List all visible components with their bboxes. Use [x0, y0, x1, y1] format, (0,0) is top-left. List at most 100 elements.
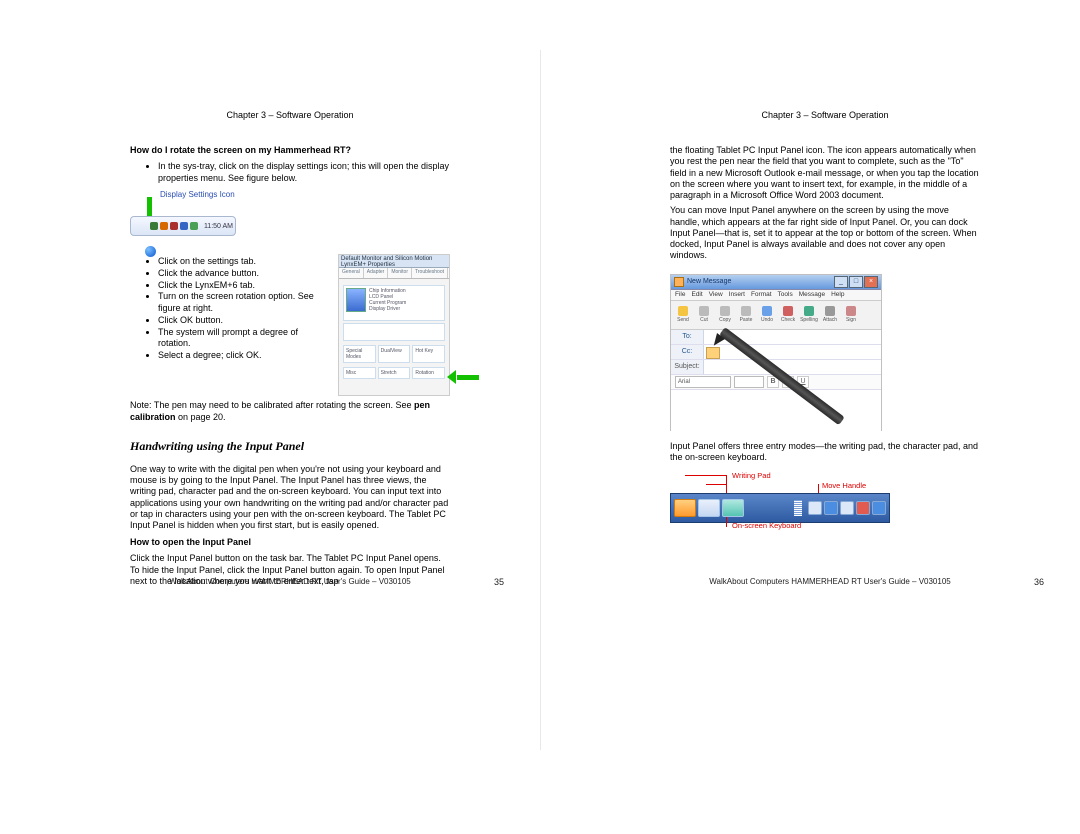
note-part: Note: The pen may need to be calibrated … — [130, 400, 414, 410]
menu-item: View — [709, 291, 723, 298]
panel-btn — [840, 501, 854, 515]
format-toolbar: Arial B I U — [671, 375, 881, 390]
email-toolbar: Send Cut Copy Paste Undo Check Spelling … — [671, 301, 881, 330]
step-item: Select a degree; click OK. — [158, 350, 328, 362]
page-36: Chapter 3 – Software Operation the float… — [540, 0, 1080, 834]
footer-left: WalkAbout Computers HAMMERHEAD RT User's… — [130, 577, 450, 586]
footer-text: WalkAbout Computers HAMMERHEAD RT User's… — [169, 577, 410, 586]
menu-item: Help — [831, 291, 844, 298]
systray-bar: 11:50 AM — [130, 216, 236, 236]
menu-item: Insert — [729, 291, 745, 298]
check-button: Check — [778, 305, 798, 325]
continuation-p2: You can move Input Panel anywhere on the… — [670, 205, 980, 261]
step-item: The system will prompt a degree of rotat… — [158, 327, 328, 350]
chapter-heading-right: Chapter 3 – Software Operation — [670, 110, 980, 120]
tray-icon — [170, 222, 178, 230]
heading-handwriting: Handwriting using the Input Panel — [130, 439, 450, 454]
group-stretch: Stretch — [378, 367, 411, 379]
tab: Troubleshoot — [412, 268, 448, 278]
handwriting-paragraph: One way to write with the digital pen wh… — [130, 464, 450, 532]
copy-button: Copy — [715, 305, 735, 325]
tray-icon — [150, 222, 158, 230]
label-move-handle: Move Handle — [822, 481, 866, 490]
group-hotkey: Hot Key — [412, 345, 445, 363]
group-dualview: DualView — [378, 345, 411, 363]
character-pad-button — [698, 499, 720, 517]
move-handle — [794, 500, 802, 516]
panel-right-controls — [808, 501, 886, 515]
group-rotation: Rotation — [412, 367, 445, 379]
undo-button: Undo — [757, 305, 777, 325]
maximize-button: □ — [849, 276, 863, 288]
subject-field — [704, 361, 881, 373]
rotate-steps-list: Click on the settings tab. Click the adv… — [130, 256, 328, 361]
send-button: Send — [673, 305, 693, 325]
email-body — [671, 390, 881, 442]
tray-icon — [190, 222, 198, 230]
continuation-p1: the floating Tablet PC Input Panel icon.… — [670, 145, 980, 201]
step-item: Click OK button. — [158, 315, 328, 327]
display-properties-dialog: Default Monitor and Silicon Motion LynxE… — [338, 254, 450, 396]
step-item: Click the LynxEM+6 tab. — [158, 280, 328, 292]
tray-icon — [160, 222, 168, 230]
menu-item: File — [675, 291, 685, 298]
display-settings-label: Display Settings Icon — [160, 190, 235, 199]
entry-modes-paragraph: Input Panel offers three entry modes—the… — [670, 441, 980, 464]
italic-btn: I — [782, 376, 794, 388]
sign-button: Sign — [841, 305, 861, 325]
app-icon — [674, 277, 684, 287]
note-part: on page 20. — [176, 412, 226, 422]
callout-line — [726, 517, 727, 527]
step-item: Turn on the screen rotation option. See … — [158, 291, 328, 314]
email-compose-figure: New Message _ □ × File Edit View Insert … — [670, 274, 882, 431]
panel-btn — [808, 501, 822, 515]
email-menubar: File Edit View Insert Format Tools Messa… — [671, 290, 881, 301]
steps-and-figure-row: Click on the settings tab. Click the adv… — [130, 254, 450, 396]
tray-icon — [180, 222, 188, 230]
label-writing-pad: Writing Pad — [732, 471, 771, 480]
paste-button: Paste — [736, 305, 756, 325]
page-number: 35 — [494, 577, 504, 587]
menu-item: Format — [751, 291, 772, 298]
email-fields: To: Cc: Subject: Arial B I U — [671, 330, 881, 442]
cut-button: Cut — [694, 305, 714, 325]
footer-right: WalkAbout Computers HAMMERHEAD RT User's… — [670, 577, 990, 586]
rotate-intro-item: In the sys-tray, click on the display se… — [158, 161, 450, 184]
close-button: × — [864, 276, 878, 288]
green-arrow-left-icon — [449, 371, 479, 383]
rotate-intro-list: In the sys-tray, click on the display se… — [130, 161, 450, 184]
attach-button: Attach — [820, 305, 840, 325]
page-35: Chapter 3 – Software Operation How do I … — [0, 0, 540, 834]
cc-label: Cc: — [671, 345, 704, 359]
tray-clock: 11:50 AM — [204, 223, 233, 230]
info-row: Display Driver — [369, 306, 442, 312]
step-item: Click on the settings tab. — [158, 256, 328, 268]
step-item: Click the advance button. — [158, 268, 328, 280]
chapter-heading-left: Chapter 3 – Software Operation — [130, 110, 450, 120]
spelling-button: Spelling — [799, 305, 819, 325]
menu-item: Edit — [691, 291, 702, 298]
bold-btn: B — [767, 376, 779, 388]
menu-item: Message — [799, 291, 825, 298]
group-misc: Misc — [343, 367, 376, 379]
writing-pad-button — [674, 499, 696, 517]
to-label: To: — [671, 330, 704, 344]
keyboard-button — [722, 499, 744, 517]
panel-btn — [824, 501, 838, 515]
panel-btn — [872, 501, 886, 515]
callout-line — [685, 475, 726, 476]
font-selector: Arial — [675, 376, 731, 388]
minimize-button: _ — [834, 276, 848, 288]
subject-label: Subject: — [671, 360, 704, 374]
panel-btn — [856, 501, 870, 515]
tab: General — [339, 268, 364, 278]
tab: Monitor — [388, 268, 412, 278]
heading-open-input-panel: How to open the Input Panel — [130, 537, 450, 547]
window-title: New Message — [687, 278, 731, 285]
underline-btn: U — [797, 376, 809, 388]
menu-item: Tools — [778, 291, 793, 298]
dialog-tabs: General Adapter Monitor Troubleshoot — [339, 268, 449, 279]
size-selector — [734, 376, 764, 388]
input-panel-bar-figure: Writing Pad Character Pad Move Handle — [670, 471, 890, 523]
systray-figure: Display Settings Icon 11:50 AM — [130, 190, 450, 240]
